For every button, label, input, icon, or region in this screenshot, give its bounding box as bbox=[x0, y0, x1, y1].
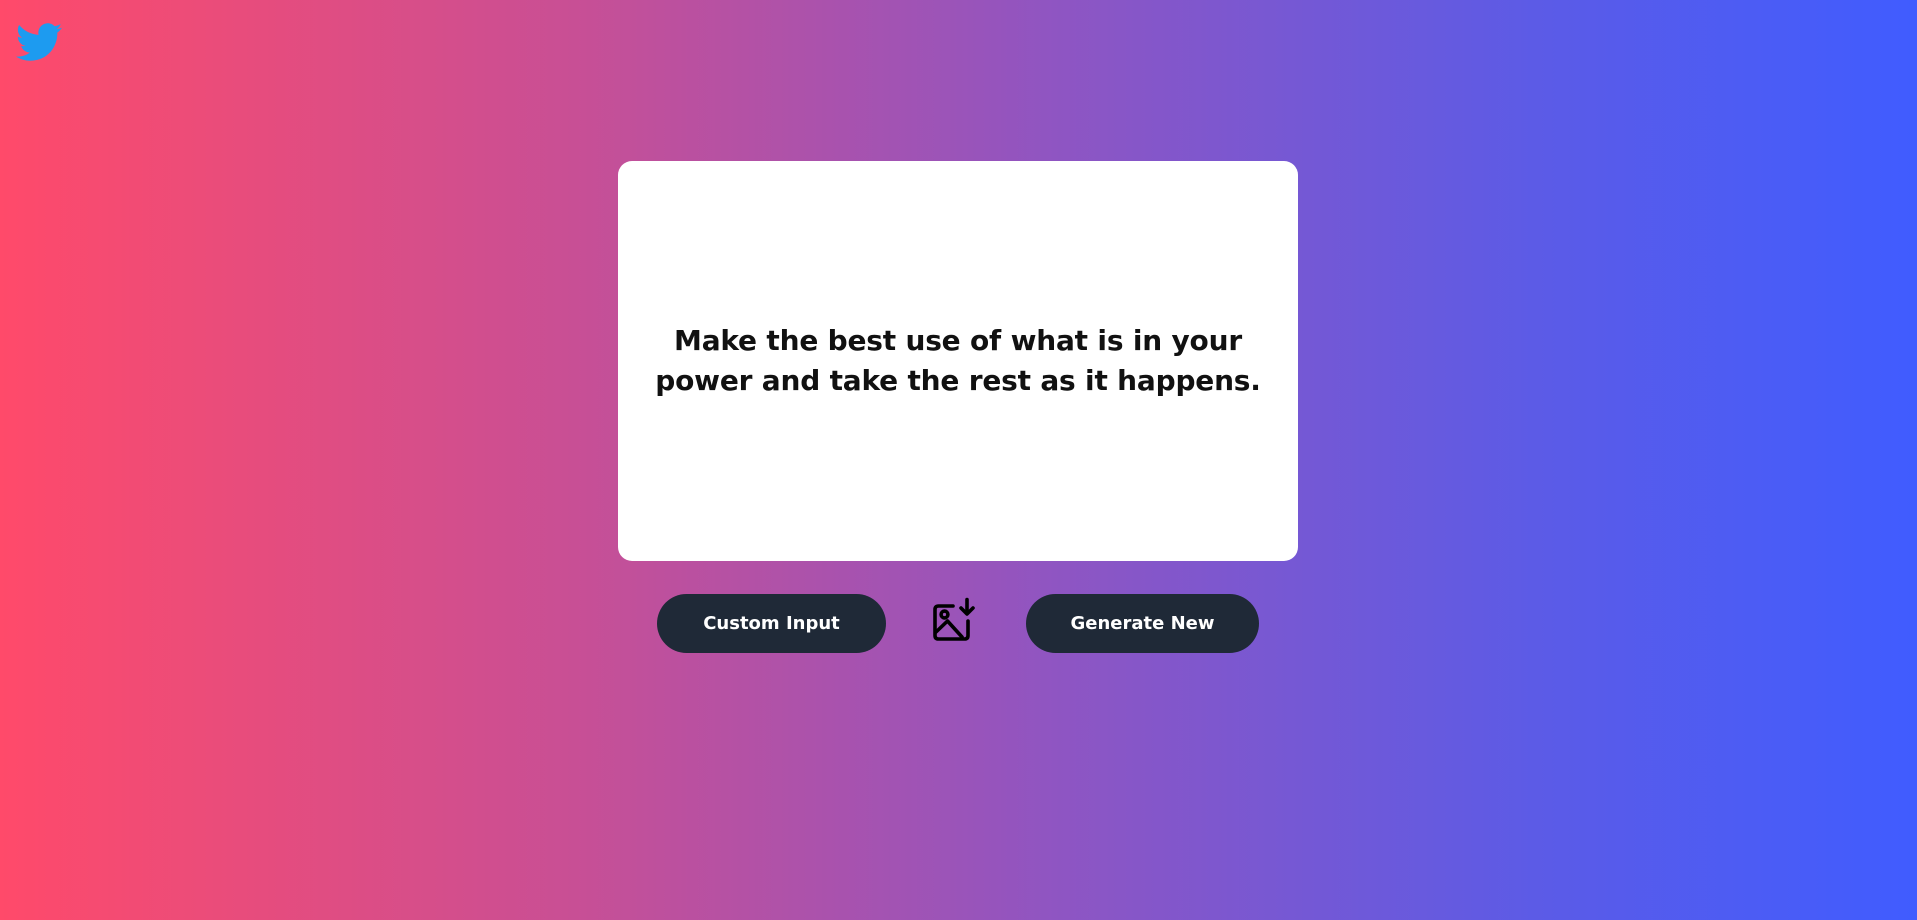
image-download-icon bbox=[933, 597, 975, 641]
twitter-bird-icon bbox=[16, 23, 63, 61]
twitter-share-link[interactable] bbox=[13, 19, 65, 65]
generate-new-button[interactable]: Generate New bbox=[1026, 594, 1259, 653]
custom-input-button[interactable]: Custom Input bbox=[657, 594, 886, 653]
quote-card: Make the best use of what is in your pow… bbox=[618, 161, 1298, 561]
quote-text: Make the best use of what is in your pow… bbox=[655, 324, 1261, 397]
action-bar: Custom Input Generate New bbox=[657, 594, 1259, 653]
download-image-button[interactable] bbox=[930, 596, 978, 644]
